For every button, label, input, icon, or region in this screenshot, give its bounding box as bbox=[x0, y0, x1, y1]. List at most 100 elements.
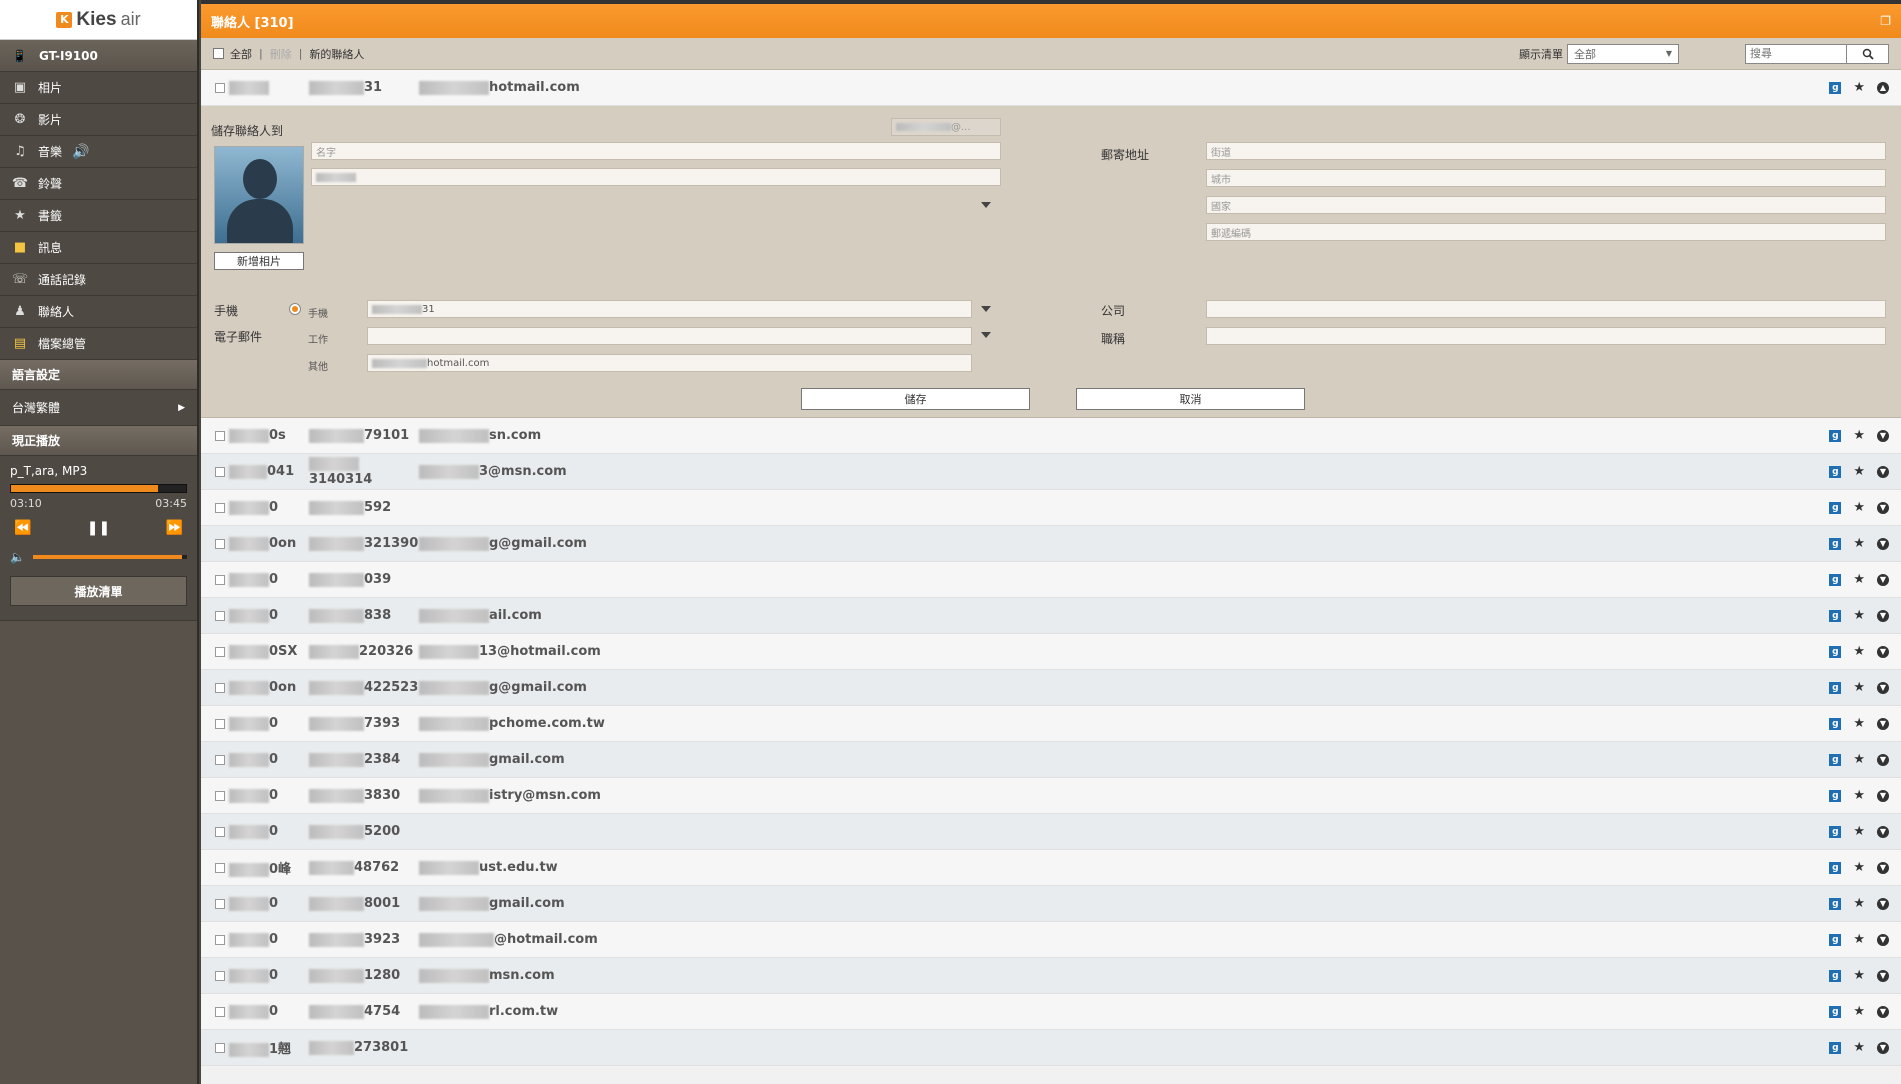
select-all-checkbox[interactable] bbox=[213, 48, 224, 59]
favorite-star-icon[interactable]: ★ bbox=[1853, 572, 1865, 587]
sidebar-item-ringtones[interactable]: ☎ 鈴聲 bbox=[0, 168, 197, 200]
company-field[interactable] bbox=[1206, 300, 1886, 318]
sidebar-item-contacts[interactable]: ♟ 聯絡人 bbox=[0, 296, 197, 328]
row-checkbox[interactable] bbox=[215, 862, 225, 873]
table-row[interactable]: 0on 422523 g@gmail.com g ★ ▼ bbox=[201, 670, 1901, 706]
phone-type-dropdown-icon[interactable] bbox=[981, 306, 991, 312]
playback-progress-bar[interactable] bbox=[10, 484, 187, 493]
search-input[interactable] bbox=[1745, 43, 1847, 64]
row-checkbox[interactable] bbox=[215, 430, 225, 441]
favorite-star-icon[interactable]: ★ bbox=[1853, 824, 1865, 839]
select-all-label[interactable]: 全部 bbox=[230, 46, 252, 62]
expand-icon[interactable]: ▼ bbox=[1877, 1041, 1889, 1054]
favorite-star-icon[interactable]: ★ bbox=[1853, 644, 1865, 659]
device-item[interactable]: 📱 GT-I9100 bbox=[0, 40, 197, 72]
favorite-star-icon[interactable]: ★ bbox=[1853, 932, 1865, 947]
playlist-button[interactable]: 播放清單 bbox=[10, 576, 187, 606]
country-field[interactable]: 國家 bbox=[1206, 196, 1886, 214]
table-row[interactable]: 0 5200 g ★ ▼ bbox=[201, 814, 1901, 850]
table-row[interactable]: 0 7393 pchome.com.tw g ★ ▼ bbox=[201, 706, 1901, 742]
collapse-icon[interactable]: ▲ bbox=[1877, 81, 1889, 94]
display-list-dropdown[interactable]: 全部 ▼ bbox=[1567, 43, 1679, 64]
expand-icon[interactable]: ▼ bbox=[1877, 789, 1889, 802]
table-row[interactable]: 0 2384 gmail.com g ★ ▼ bbox=[201, 742, 1901, 778]
row-checkbox[interactable] bbox=[215, 502, 225, 513]
new-contact-button[interactable]: 新的聯絡人 bbox=[309, 46, 364, 62]
account-dropdown[interactable]: @... bbox=[891, 118, 1001, 136]
expand-icon[interactable]: ▼ bbox=[1877, 537, 1889, 550]
favorite-star-icon[interactable]: ★ bbox=[1853, 464, 1865, 479]
row-checkbox[interactable] bbox=[215, 754, 225, 765]
expand-name-icon[interactable] bbox=[981, 202, 991, 208]
favorite-star-icon[interactable]: ★ bbox=[1853, 896, 1865, 911]
expand-icon[interactable]: ▼ bbox=[1877, 501, 1889, 514]
table-row[interactable]: 0on 321390 g@gmail.com g ★ ▼ bbox=[201, 526, 1901, 562]
row-checkbox[interactable] bbox=[215, 970, 225, 981]
row-checkbox[interactable] bbox=[215, 934, 225, 945]
favorite-star-icon[interactable]: ★ bbox=[1853, 536, 1865, 551]
table-row[interactable]: 0 592 g ★ ▼ bbox=[201, 490, 1901, 526]
table-row[interactable]: 1翹 273801 g ★ ▼ bbox=[201, 1030, 1901, 1066]
sidebar-item-messages[interactable]: ■ 訊息 bbox=[0, 232, 197, 264]
favorite-star-icon[interactable]: ★ bbox=[1853, 80, 1865, 95]
table-row[interactable]: 31 hotmail.com g ★ ▲ bbox=[201, 70, 1901, 106]
table-row[interactable]: 0s 79101 sn.com g ★ ▼ bbox=[201, 418, 1901, 454]
sidebar-item-call-log[interactable]: ☏ 通話記錄 bbox=[0, 264, 197, 296]
language-selector[interactable]: 台灣繁體 ▶ bbox=[0, 390, 197, 426]
favorite-star-icon[interactable]: ★ bbox=[1853, 608, 1865, 623]
email-type-dropdown-icon[interactable] bbox=[981, 332, 991, 338]
row-checkbox[interactable] bbox=[215, 646, 225, 657]
job-title-field[interactable] bbox=[1206, 327, 1886, 345]
primary-phone-radio[interactable] bbox=[289, 303, 301, 315]
row-checkbox[interactable] bbox=[215, 574, 225, 585]
favorite-star-icon[interactable]: ★ bbox=[1853, 752, 1865, 767]
other-email-field[interactable]: hotmail.com bbox=[367, 354, 972, 372]
name-field[interactable]: 名字 bbox=[311, 142, 1001, 160]
row-checkbox[interactable] bbox=[215, 718, 225, 729]
row-checkbox[interactable] bbox=[215, 1042, 225, 1053]
row-checkbox[interactable] bbox=[215, 790, 225, 801]
row-checkbox[interactable] bbox=[215, 826, 225, 837]
save-button[interactable]: 儲存 bbox=[801, 388, 1030, 410]
favorite-star-icon[interactable]: ★ bbox=[1853, 1004, 1865, 1019]
volume-icon[interactable]: 🔈 bbox=[10, 550, 25, 564]
expand-icon[interactable]: ▼ bbox=[1877, 681, 1889, 694]
row-checkbox[interactable] bbox=[215, 538, 225, 549]
sidebar-item-photos[interactable]: ▣ 相片 bbox=[0, 72, 197, 104]
favorite-star-icon[interactable]: ★ bbox=[1853, 968, 1865, 983]
zip-field[interactable]: 郵遞編碼 bbox=[1206, 223, 1886, 241]
expand-icon[interactable]: ▼ bbox=[1877, 429, 1889, 442]
street-field[interactable]: 街道 bbox=[1206, 142, 1886, 160]
table-row[interactable]: 0 3923 @hotmail.com g ★ ▼ bbox=[201, 922, 1901, 958]
mobile-field[interactable]: 31 bbox=[367, 300, 972, 318]
work-email-field[interactable] bbox=[367, 327, 972, 345]
row-checkbox[interactable] bbox=[215, 682, 225, 693]
expand-icon[interactable]: ▼ bbox=[1877, 753, 1889, 766]
expand-icon[interactable]: ▼ bbox=[1877, 969, 1889, 982]
expand-icon[interactable]: ▼ bbox=[1877, 573, 1889, 586]
volume-slider[interactable] bbox=[32, 555, 187, 559]
expand-icon[interactable]: ▼ bbox=[1877, 825, 1889, 838]
restore-window-icon[interactable]: ❐ bbox=[1880, 14, 1891, 28]
name-secondary-field[interactable] bbox=[311, 168, 1001, 186]
table-row[interactable]: 0 8001 gmail.com g ★ ▼ bbox=[201, 886, 1901, 922]
favorite-star-icon[interactable]: ★ bbox=[1853, 1040, 1865, 1055]
fast-forward-icon[interactable]: ⏩ bbox=[166, 520, 183, 536]
search-button[interactable] bbox=[1847, 43, 1889, 64]
pause-icon[interactable]: ❚❚ bbox=[87, 520, 110, 536]
sidebar-item-bookmarks[interactable]: ★ 書籤 bbox=[0, 200, 197, 232]
sidebar-item-videos[interactable]: ❂ 影片 bbox=[0, 104, 197, 136]
table-row[interactable]: 0峰 48762 ust.edu.tw g ★ ▼ bbox=[201, 850, 1901, 886]
row-checkbox[interactable] bbox=[215, 898, 225, 909]
table-row[interactable]: 0 4754 rl.com.tw g ★ ▼ bbox=[201, 994, 1901, 1030]
city-field[interactable]: 城市 bbox=[1206, 169, 1886, 187]
expand-icon[interactable]: ▼ bbox=[1877, 717, 1889, 730]
expand-icon[interactable]: ▼ bbox=[1877, 465, 1889, 478]
table-row[interactable]: 0 3830 istry@msn.com g ★ ▼ bbox=[201, 778, 1901, 814]
row-checkbox[interactable] bbox=[215, 466, 225, 477]
row-checkbox[interactable] bbox=[215, 1006, 225, 1017]
favorite-star-icon[interactable]: ★ bbox=[1853, 428, 1865, 443]
table-row[interactable]: 0 1280 msn.com g ★ ▼ bbox=[201, 958, 1901, 994]
row-checkbox[interactable] bbox=[215, 82, 225, 93]
expand-icon[interactable]: ▼ bbox=[1877, 933, 1889, 946]
